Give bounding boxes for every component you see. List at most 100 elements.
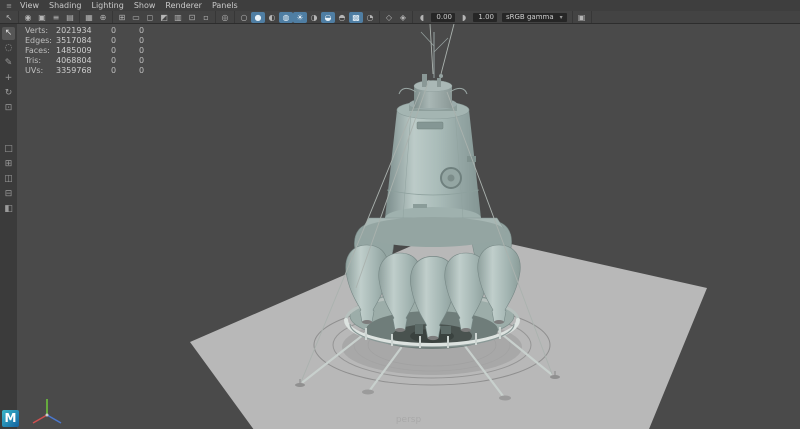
gamma-field[interactable]: 1.00: [473, 13, 497, 22]
frame-all-icon[interactable]: ◎: [218, 12, 232, 23]
field-chart-icon[interactable]: ▥: [171, 12, 185, 23]
toolbar-group-image: ▦ ⊕: [80, 11, 113, 23]
hud-value: 3517084: [56, 36, 111, 46]
hud-col: 0: [139, 66, 167, 76]
chevron-down-icon: ▾: [560, 13, 563, 22]
occlusion-icon[interactable]: ◒: [321, 12, 335, 23]
hud-col: 0: [111, 36, 139, 46]
toolbar-group-isolate: ◇ ◈: [380, 11, 413, 23]
image-plane-icon[interactable]: ▦: [82, 12, 96, 23]
menu-show[interactable]: Show: [129, 0, 161, 11]
rocket-engine-model[interactable]: [346, 32, 521, 349]
rotate-tool-icon[interactable]: ↻: [2, 87, 15, 100]
perspective-viewport[interactable]: Verts: 2021934 0 0 Edges: 3517084 0 0 Fa…: [17, 24, 800, 429]
menu-view[interactable]: View: [15, 0, 44, 11]
menu-lighting[interactable]: Lighting: [86, 0, 128, 11]
exposure-field[interactable]: 0.00: [431, 13, 455, 22]
hud-col: 0: [139, 46, 167, 56]
select-tool-icon[interactable]: ↖: [2, 27, 15, 40]
camera-attributes-icon[interactable]: ≡: [49, 12, 63, 23]
isolate-select-icon[interactable]: ◇: [382, 12, 396, 23]
menu-renderer[interactable]: Renderer: [160, 0, 207, 11]
view-axis-gizmo[interactable]: [23, 393, 67, 427]
toolbar-group-frame: ◎: [216, 11, 235, 23]
maya-logo: M: [2, 410, 19, 427]
menu-shading[interactable]: Shading: [44, 0, 87, 11]
hud-label: Faces:: [25, 46, 56, 56]
select-cursor-icon[interactable]: ↖: [2, 12, 16, 23]
body-vent: [417, 122, 443, 129]
poly-count-hud: Verts: 2021934 0 0 Edges: 3517084 0 0 Fa…: [25, 26, 167, 76]
menu-panels[interactable]: Panels: [207, 0, 243, 11]
gate-mask-icon[interactable]: ◩: [157, 12, 171, 23]
hud-label: Edges:: [25, 36, 56, 46]
viewport-scene: [17, 24, 800, 429]
gamma-mode-dropdown[interactable]: sRGB gamma ▾: [502, 13, 567, 22]
toolbar-group-shading: ○ ● ◐ ◍ ☀ ◑ ◒ ◓ ▩ ◔: [235, 11, 380, 23]
textured-icon[interactable]: ◍: [279, 12, 293, 23]
toolbar-group-color: ◖ 0.00 ◗ 1.00 sRGB gamma ▾: [413, 11, 573, 23]
safe-action-icon[interactable]: ⊡: [185, 12, 199, 23]
bookmarks-icon[interactable]: ▤: [63, 12, 77, 23]
mid-flange: [360, 217, 506, 247]
exposure-icon[interactable]: ◖: [415, 12, 429, 23]
panel-menu-icon[interactable]: ≡: [3, 2, 15, 10]
four-pane-layout-icon[interactable]: ⊞: [2, 158, 15, 171]
xray-icon[interactable]: ◈: [396, 12, 410, 23]
film-gate-icon[interactable]: ▭: [129, 12, 143, 23]
split-horizontal-layout-icon[interactable]: ◫: [2, 173, 15, 186]
multisample-icon[interactable]: ▩: [349, 12, 363, 23]
wireframe-icon[interactable]: ○: [237, 12, 251, 23]
hud-label: Tris:: [25, 56, 56, 66]
hud-col: 0: [111, 66, 139, 76]
hud-row-verts: Verts: 2021934 0 0: [25, 26, 167, 36]
hud-col: 0: [139, 56, 167, 66]
gamma-icon[interactable]: ◗: [457, 12, 471, 23]
hud-row-edges: Edges: 3517084 0 0: [25, 36, 167, 46]
safe-title-icon[interactable]: ▫: [199, 12, 213, 23]
toolbar-group-gates: ⊞ ▭ ◻ ◩ ▥ ⊡ ▫: [113, 11, 216, 23]
hud-row-faces: Faces: 1485009 0 0: [25, 46, 167, 56]
panel-menu-bar: ≡ View Shading Lighting Show Renderer Pa…: [0, 0, 800, 11]
use-all-lights-icon[interactable]: ☀: [293, 12, 307, 23]
hud-label: UVs:: [25, 66, 56, 76]
scale-tool-icon[interactable]: ⊡: [2, 102, 15, 115]
tool-box: ↖ ◌ ✎ + ↻ ⊡ □ ⊞ ◫ ⊟ ◧: [0, 24, 17, 429]
hud-col: 0: [111, 26, 139, 36]
camera-lock-icon[interactable]: ▣: [35, 12, 49, 23]
split-vertical-layout-icon[interactable]: ⊟: [2, 188, 15, 201]
hud-col: 0: [139, 36, 167, 46]
camera-select-icon[interactable]: ◉: [21, 12, 35, 23]
camera-label: persp: [396, 415, 421, 425]
shadows-icon[interactable]: ◑: [307, 12, 321, 23]
default-material-icon[interactable]: ◐: [265, 12, 279, 23]
outliner-layout-icon[interactable]: ◧: [2, 203, 15, 216]
hud-col: 0: [111, 56, 139, 66]
dof-icon[interactable]: ◔: [363, 12, 377, 23]
antenna: [421, 32, 448, 78]
toolbar-group-snapshot: ▣: [573, 11, 592, 23]
hud-label: Verts:: [25, 26, 56, 36]
lasso-tool-icon[interactable]: ◌: [2, 42, 15, 55]
resolution-gate-icon[interactable]: ◻: [143, 12, 157, 23]
hud-row-uvs: UVs: 3359768 0 0: [25, 66, 167, 76]
hud-col: 0: [139, 26, 167, 36]
hud-value: 1485009: [56, 46, 111, 56]
toolbar-group-select: ↖: [0, 11, 19, 23]
panel-toolbar: ↖ ◉ ▣ ≡ ▤ ▦ ⊕ ⊞ ▭ ◻ ◩ ▥ ⊡ ▫ ◎ ○ ● ◐ ◍: [0, 11, 800, 24]
paint-select-tool-icon[interactable]: ✎: [2, 57, 15, 70]
motion-blur-icon[interactable]: ◓: [335, 12, 349, 23]
smooth-shade-icon[interactable]: ●: [251, 12, 265, 23]
snapshot-icon[interactable]: ▣: [575, 12, 589, 23]
hud-value: 4068804: [56, 56, 111, 66]
gamma-mode-label: sRGB gamma: [506, 13, 554, 22]
hud-col: 0: [111, 46, 139, 56]
toolbar-group-camera: ◉ ▣ ≡ ▤: [19, 11, 80, 23]
maya-window: ≡ View Shading Lighting Show Renderer Pa…: [0, 0, 800, 429]
grid-icon[interactable]: ⊞: [115, 12, 129, 23]
translate-tool-icon[interactable]: +: [2, 72, 15, 85]
pan-zoom-icon[interactable]: ⊕: [96, 12, 110, 23]
hud-row-tris: Tris: 4068804 0 0: [25, 56, 167, 66]
single-pane-layout-icon[interactable]: □: [2, 143, 15, 156]
hud-value: 3359768: [56, 66, 111, 76]
